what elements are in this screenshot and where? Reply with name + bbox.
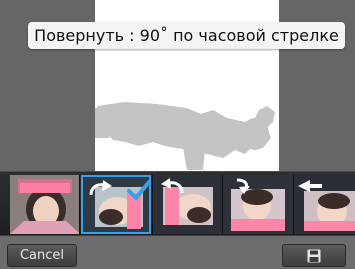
thumb-rotate-counterclockwise[interactable] [153,175,223,234]
cancel-button[interactable]: Cancel [7,244,77,267]
rotation-filmstrip [0,171,355,236]
floppy-disk-icon [307,249,321,262]
rotated-image-silhouette [95,102,275,170]
selected-checkmark-icon [127,180,149,201]
thumb-rotate-clockwise[interactable] [81,175,151,234]
rotate-clockwise-icon [89,180,112,196]
thumb-divider [79,175,80,234]
flip-horizontal-icon [298,180,322,192]
rotate-180-icon [236,178,250,194]
bottom-toolbar: Cancel [0,236,355,269]
rotate-screen: Повернуть : 90˚ по часовой стрелке Cance… [0,0,355,269]
thumb-rotate-180[interactable] [223,175,293,234]
thumb-flip-horizontal[interactable] [294,175,355,234]
rotate-counterclockwise-icon [161,178,184,194]
thumb-original[interactable] [10,175,80,234]
rotation-caption: Повернуть : 90˚ по часовой стрелке [28,22,345,49]
save-button[interactable] [282,244,346,267]
photo-thumbnail [10,175,80,234]
